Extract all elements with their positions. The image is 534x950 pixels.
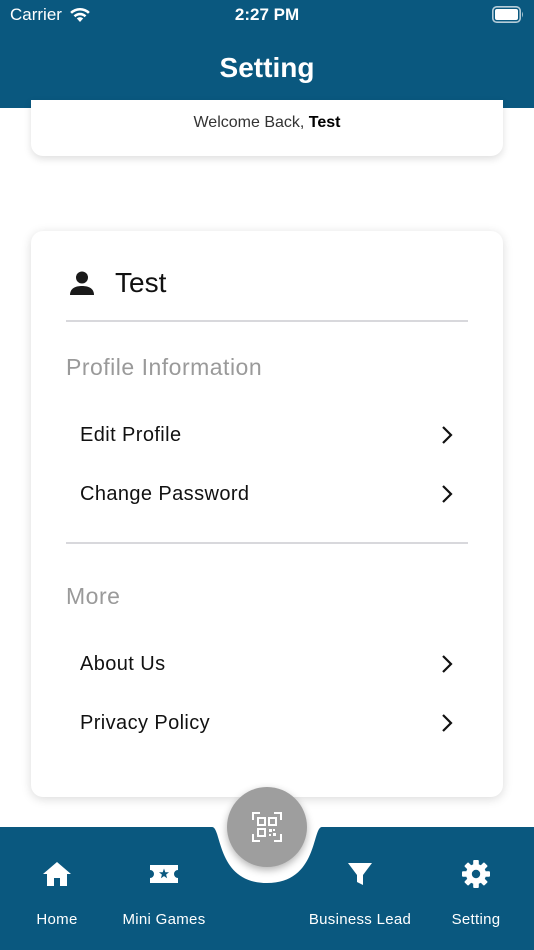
chevron-right-icon — [442, 426, 453, 444]
nav-mini-games[interactable]: Mini Games — [109, 857, 219, 928]
section-title-more: More — [66, 583, 121, 609]
about-us-item[interactable]: About Us — [66, 639, 468, 689]
chevron-right-icon — [442, 655, 453, 673]
nav-business-lead[interactable]: Business Lead — [305, 857, 415, 928]
qr-code-icon — [252, 812, 282, 842]
status-time: 2:27 PM — [234, 5, 300, 24]
nav-label: Home — [36, 911, 78, 928]
edit-profile-item[interactable]: Edit Profile — [66, 410, 468, 460]
divider — [66, 542, 468, 544]
section-title-profile-information: Profile Information — [66, 354, 263, 380]
welcome-message: Welcome Back, Test — [31, 114, 503, 132]
welcome-username: Test — [308, 114, 341, 131]
battery-icon — [492, 6, 523, 23]
home-icon — [43, 862, 71, 886]
profile-card: Test Profile Information Edit Profile Ch… — [31, 231, 503, 797]
nav-label: Setting — [451, 911, 501, 928]
qr-scan-button[interactable] — [227, 787, 307, 867]
change-password-item[interactable]: Change Password — [66, 469, 468, 519]
person-icon — [70, 271, 94, 295]
menu-item-label: About Us — [80, 652, 166, 675]
ticket-icon — [150, 865, 178, 883]
chevron-right-icon — [442, 485, 453, 503]
app-header: Carrier 2:27 PM Setting — [0, 0, 534, 108]
welcome-prefix: Welcome Back, — [193, 114, 309, 131]
menu-item-label: Edit Profile — [80, 423, 182, 446]
gear-icon — [462, 860, 490, 888]
user-row: Test — [69, 267, 166, 299]
privacy-policy-item[interactable]: Privacy Policy — [66, 698, 468, 748]
nav-label: Mini Games — [122, 911, 206, 928]
filter-icon — [348, 863, 372, 885]
nav-home[interactable]: Home — [2, 857, 112, 928]
menu-item-label: Change Password — [80, 482, 250, 505]
nav-setting[interactable]: Setting — [421, 857, 531, 928]
divider — [66, 320, 468, 322]
status-bar: Carrier 2:27 PM — [0, 0, 534, 30]
profile-username: Test — [115, 267, 167, 298]
menu-item-label: Privacy Policy — [80, 711, 211, 734]
welcome-card: Welcome Back, Test — [31, 100, 503, 156]
nav-label: Business Lead — [308, 911, 412, 928]
chevron-right-icon — [442, 714, 453, 732]
page-title: Setting — [219, 52, 315, 83]
